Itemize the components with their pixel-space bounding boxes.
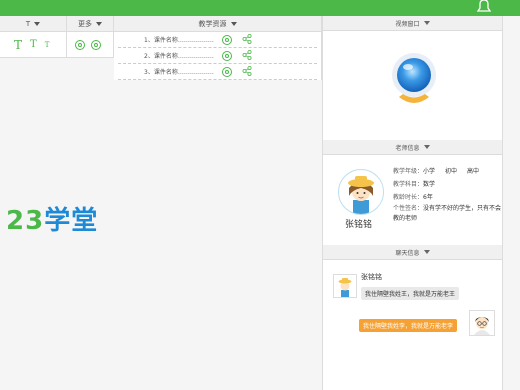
logo: 23学堂 (6, 200, 98, 237)
font-size-options: T T T (0, 32, 67, 58)
caret-down-icon (34, 21, 41, 26)
teacher-details: 教学年级：小学 初中 高中 教学科目：数学 教龄时长：6年 个性签名：没有学不好的学… (393, 165, 503, 224)
share-icon[interactable] (242, 66, 252, 76)
teacher-title: 老师信息 (395, 144, 420, 152)
teacher-name: 张铭铭 (345, 220, 373, 230)
sign-label: 个性签名： (393, 205, 424, 212)
caret-down-icon (96, 21, 102, 26)
years-label: 教龄时长： (393, 194, 424, 201)
logo-number: 23 (6, 206, 45, 236)
font-large-button[interactable]: T (14, 38, 22, 52)
share-icon[interactable] (242, 50, 252, 60)
resource-label: 2、课件名称……………… (144, 53, 214, 60)
resources-header[interactable]: 教学资源 (114, 16, 322, 32)
bell-icon[interactable] (474, 0, 494, 12)
list-item[interactable]: 3、课件名称……………… (118, 64, 317, 80)
avatar (333, 274, 357, 298)
years-value: 6年 (423, 194, 433, 201)
resource-label: 1、课件名称……………… (144, 37, 214, 44)
chat-section-header[interactable]: 聊天信息 (323, 245, 502, 260)
video-section-header[interactable]: 视频窗口 (323, 16, 502, 31)
video-window[interactable] (323, 31, 502, 140)
open-icon[interactable] (222, 35, 232, 45)
chat-user-name: 张铭铭 (361, 273, 382, 281)
font-header-label: T (25, 19, 31, 28)
font-medium-button[interactable]: T (30, 39, 37, 50)
subject-value: 数学 (423, 181, 436, 188)
subject-label: 教学科目： (393, 181, 424, 188)
webcam-icon (392, 53, 436, 103)
resource-list: 1、课件名称……………… 2、课件名称……………… 3、课件名称……………… (114, 32, 322, 80)
caret-down-icon (230, 21, 237, 26)
resources-header-label: 教学资源 (198, 19, 227, 28)
avatar (338, 169, 384, 215)
list-item[interactable]: 1、课件名称……………… (118, 32, 317, 48)
grade-middle: 初中 (445, 168, 458, 175)
video-title: 视频窗口 (395, 20, 420, 28)
right-panel: 视频窗口 老师信息 张铭铭 教学年级：小学 初中 高中 教学科目：数学 教龄时长… (322, 16, 503, 390)
open-icon[interactable] (222, 67, 232, 77)
more-header-label: 更多 (78, 19, 92, 28)
circle-option-icon[interactable] (91, 39, 101, 50)
chat-message-sent: 我住隔壁我姓李，我就是万能老李 (359, 319, 458, 332)
student-avatar-icon (474, 317, 490, 335)
chat-message-received: 我住隔壁我姓王，我就是万能老王 (361, 287, 460, 300)
font-size-header[interactable]: T (0, 16, 67, 32)
share-icon[interactable] (242, 34, 252, 44)
resource-label: 3、课件名称……………… (144, 69, 214, 76)
more-options (67, 32, 114, 58)
avatar (469, 310, 495, 336)
caret-down-icon (423, 250, 430, 254)
chat-title: 聊天信息 (395, 249, 420, 257)
caret-down-icon (423, 21, 430, 25)
teacher-avatar-icon (348, 176, 374, 214)
teacher-info: 张铭铭 教学年级：小学 初中 高中 教学科目：数学 教龄时长：6年 个性签名：没有学… (323, 155, 502, 245)
grade-high: 高中 (467, 168, 480, 175)
font-small-button[interactable]: T (45, 41, 50, 49)
logo-text: 学堂 (44, 206, 99, 236)
list-item[interactable]: 2、课件名称……………… (118, 48, 317, 64)
open-icon[interactable] (222, 51, 232, 61)
grade-primary: 小学 (423, 168, 436, 175)
caret-down-icon (423, 145, 430, 149)
grade-label: 教学年级： (393, 168, 424, 175)
more-header[interactable]: 更多 (67, 16, 114, 32)
top-bar (0, 0, 520, 16)
teacher-avatar-icon (338, 278, 352, 297)
teacher-section-header[interactable]: 老师信息 (323, 140, 502, 155)
circle-option-icon[interactable] (75, 39, 85, 50)
